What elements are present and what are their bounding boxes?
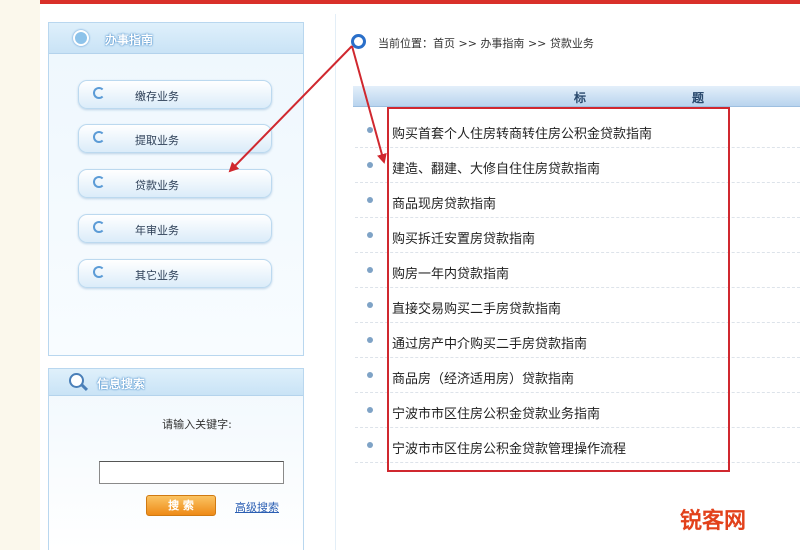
guide-panel: 办事指南 缴存业务 提取业务 贷款业务 年审业务 其它业务 <box>48 22 304 356</box>
circle-arrow-icon <box>93 131 105 143</box>
bullet-dot-icon <box>367 127 373 133</box>
guide-heart-icon <box>73 30 89 46</box>
circle-arrow-icon <box>93 176 105 188</box>
bullet-dot-icon <box>367 197 373 203</box>
breadcrumb-separator: >> <box>527 37 547 50</box>
top-accent-line <box>40 0 800 4</box>
bullet-dot-icon <box>367 267 373 273</box>
guide-panel-header: 办事指南 <box>49 23 303 54</box>
breadcrumb-current: 贷款业务 <box>549 37 594 50</box>
menu-item-withdraw[interactable]: 提取业务 <box>78 124 272 153</box>
column-header: 标 <box>574 91 587 105</box>
circle-arrow-icon <box>93 221 105 233</box>
breadcrumb: 当前位置：首页 >> 办事指南 >> 贷款业务 <box>378 35 594 51</box>
breadcrumb-guide[interactable]: 办事指南 <box>480 37 524 50</box>
bullet-dot-icon <box>367 337 373 343</box>
annotation-highlight-box <box>387 107 730 472</box>
menu-item-other[interactable]: 其它业务 <box>78 259 272 288</box>
magnifier-icon <box>69 373 84 388</box>
breadcrumb-prefix: 当前位置： <box>378 37 433 50</box>
search-panel: 信息搜索 请输入关键字: 搜 索 高级搜索 <box>48 368 304 550</box>
search-prompt: 请输入关键字: <box>162 418 232 431</box>
breadcrumb-separator: >> <box>458 37 477 50</box>
table-header: 标 题 <box>353 86 800 107</box>
menu-item-label: 年审业务 <box>135 224 179 237</box>
page-left-margin <box>0 0 40 550</box>
menu-item-label: 其它业务 <box>135 269 179 282</box>
bullet-dot-icon <box>367 372 373 378</box>
guide-panel-title: 办事指南 <box>105 33 154 47</box>
bullet-dot-icon <box>367 232 373 238</box>
menu-item-deposit[interactable]: 缴存业务 <box>78 80 272 109</box>
menu-item-label: 贷款业务 <box>135 179 179 192</box>
breadcrumb-home[interactable]: 首页 <box>433 37 455 50</box>
bullet-dot-icon <box>367 442 373 448</box>
location-circle-icon <box>351 34 366 49</box>
circle-arrow-icon <box>93 87 105 99</box>
column-header: 题 <box>692 91 705 105</box>
menu-item-annual[interactable]: 年审业务 <box>78 214 272 243</box>
circle-arrow-icon <box>93 266 105 278</box>
search-panel-title: 信息搜索 <box>97 377 146 391</box>
menu-item-label: 缴存业务 <box>135 90 179 103</box>
search-input[interactable] <box>99 461 284 484</box>
menu-item-loan[interactable]: 贷款业务 <box>78 169 272 198</box>
advanced-search-link[interactable]: 高级搜索 <box>235 499 279 515</box>
watermark: 锐客网 <box>680 509 747 534</box>
bullet-dot-icon <box>367 407 373 413</box>
menu-item-label: 提取业务 <box>135 134 179 147</box>
bullet-dot-icon <box>367 302 373 308</box>
bullet-dot-icon <box>367 162 373 168</box>
search-button[interactable]: 搜 索 <box>146 495 216 516</box>
search-panel-header: 信息搜索 <box>49 369 303 396</box>
